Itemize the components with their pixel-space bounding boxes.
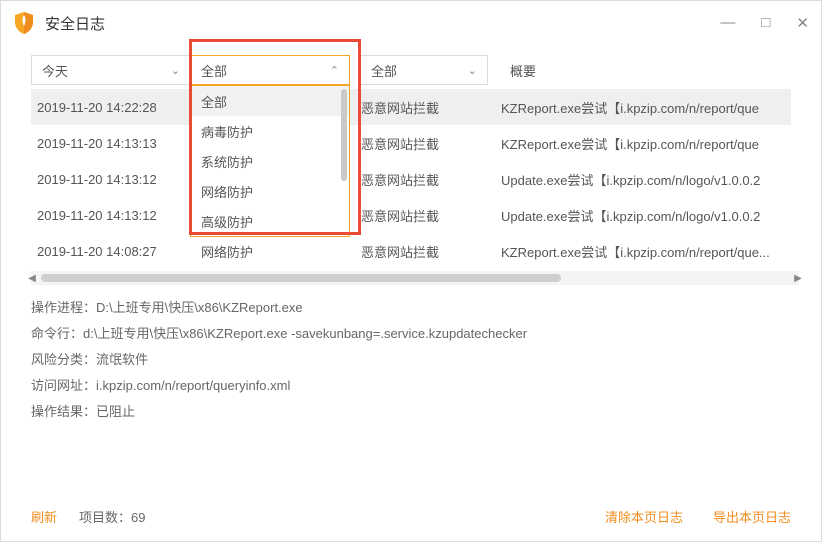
cell-summary: Update.exe尝试【i.kpzip.com/n/logo/v1.0.0.2 xyxy=(479,206,791,225)
chevron-up-icon: ⌃ xyxy=(330,64,339,77)
shield-icon xyxy=(13,12,35,34)
table-row[interactable]: 2019-11-20 14:22:28 恶意网站拦截 KZReport.exe尝… xyxy=(31,89,791,125)
refresh-button[interactable]: 刷新 xyxy=(31,507,57,526)
detail-risk: 风险分类：流氓软件 xyxy=(31,347,791,373)
type-filter-menu: 全部 病毒防护 系统防护 网络防护 高级防护 xyxy=(190,85,350,237)
footer-bar: 刷新 项目数：69 清除本页日志 导出本页日志 xyxy=(1,491,821,541)
detail-process: 操作进程：D:\上班专用\快压\x86\KZReport.exe xyxy=(31,295,791,321)
clear-page-button[interactable]: 清除本页日志 xyxy=(605,507,683,526)
filters-region: 今天 ⌄ 全部 ⌃ 全部 ⌄ 概要 全部 病毒防护 系统防护 网络防护 高级防护 xyxy=(1,45,821,269)
time-filter-dropdown[interactable]: 今天 ⌄ xyxy=(31,55,191,85)
window-title: 安全日志 xyxy=(45,13,105,34)
cell-event: 恶意网站拦截 xyxy=(351,98,479,117)
event-filter-value: 全部 xyxy=(371,61,397,80)
cell-summary: Update.exe尝试【i.kpzip.com/n/logo/v1.0.0.2 xyxy=(479,170,791,189)
scroll-left-icon[interactable]: ◀ xyxy=(25,271,39,285)
chevron-down-icon: ⌄ xyxy=(468,64,477,77)
maximize-button[interactable]: □ xyxy=(761,14,770,32)
cell-time: 2019-11-20 14:13:12 xyxy=(31,208,191,223)
type-option-all[interactable]: 全部 xyxy=(191,86,349,116)
item-count: 项目数：69 xyxy=(79,507,145,526)
detail-result: 操作结果：已阻止 xyxy=(31,399,791,425)
table-row[interactable]: 2019-11-20 14:13:12 恶意网站拦截 Update.exe尝试【… xyxy=(31,197,791,233)
export-page-button[interactable]: 导出本页日志 xyxy=(713,507,791,526)
minimize-button[interactable]: — xyxy=(720,14,735,32)
type-option-network[interactable]: 网络防护 xyxy=(191,176,349,206)
cell-type: 网络防护 xyxy=(191,242,351,261)
type-option-advanced[interactable]: 高级防护 xyxy=(191,206,349,236)
cell-event: 恶意网站拦截 xyxy=(351,242,479,261)
log-table: 2019-11-20 14:22:28 恶意网站拦截 KZReport.exe尝… xyxy=(1,85,821,269)
event-filter-dropdown[interactable]: 全部 ⌄ xyxy=(360,55,488,85)
chevron-down-icon: ⌄ xyxy=(171,64,180,77)
close-button[interactable]: ✕ xyxy=(796,14,809,32)
detail-cmd: 命令行：d:\上班专用\快压\x86\KZReport.exe -savekun… xyxy=(31,321,791,347)
cell-time: 2019-11-20 14:22:28 xyxy=(31,100,191,115)
window-controls: — □ ✕ xyxy=(720,14,809,32)
cell-event: 恶意网站拦截 xyxy=(351,170,479,189)
type-option-virus[interactable]: 病毒防护 xyxy=(191,116,349,146)
type-filter-value: 全部 xyxy=(201,61,227,80)
cell-event: 恶意网站拦截 xyxy=(351,134,479,153)
details-panel: 操作进程：D:\上班专用\快压\x86\KZReport.exe 命令行：d:\… xyxy=(1,285,821,425)
detail-url: 访问网址：i.kpzip.com/n/report/queryinfo.xml xyxy=(31,373,791,399)
horizontal-scrollbar[interactable]: ◀ ▶ xyxy=(31,271,799,285)
table-row[interactable]: 2019-11-20 14:08:27 网络防护 恶意网站拦截 KZReport… xyxy=(31,233,791,269)
cell-event: 恶意网站拦截 xyxy=(351,206,479,225)
table-row[interactable]: 2019-11-20 14:13:12 恶意网站拦截 Update.exe尝试【… xyxy=(31,161,791,197)
scrollbar-thumb[interactable] xyxy=(41,274,561,282)
titlebar: 安全日志 — □ ✕ xyxy=(1,1,821,45)
time-filter-value: 今天 xyxy=(42,61,68,80)
cell-summary: KZReport.exe尝试【i.kpzip.com/n/report/que.… xyxy=(479,242,791,261)
type-option-system[interactable]: 系统防护 xyxy=(191,146,349,176)
type-filter-dropdown[interactable]: 全部 ⌃ xyxy=(190,55,350,85)
menu-scrollbar[interactable] xyxy=(341,89,347,181)
cell-time: 2019-11-20 14:08:27 xyxy=(31,244,191,259)
scroll-right-icon[interactable]: ▶ xyxy=(791,271,805,285)
cell-time: 2019-11-20 14:13:12 xyxy=(31,172,191,187)
security-log-window: 安全日志 — □ ✕ 今天 ⌄ 全部 ⌃ 全部 ⌄ 概要 全部 病毒防护 xyxy=(0,0,822,542)
cell-summary: KZReport.exe尝试【i.kpzip.com/n/report/que xyxy=(479,134,791,153)
table-row[interactable]: 2019-11-20 14:13:13 恶意网站拦截 KZReport.exe尝… xyxy=(31,125,791,161)
cell-summary: KZReport.exe尝试【i.kpzip.com/n/report/que xyxy=(479,98,791,117)
cell-time: 2019-11-20 14:13:13 xyxy=(31,136,191,151)
summary-column-header: 概要 xyxy=(488,55,536,85)
